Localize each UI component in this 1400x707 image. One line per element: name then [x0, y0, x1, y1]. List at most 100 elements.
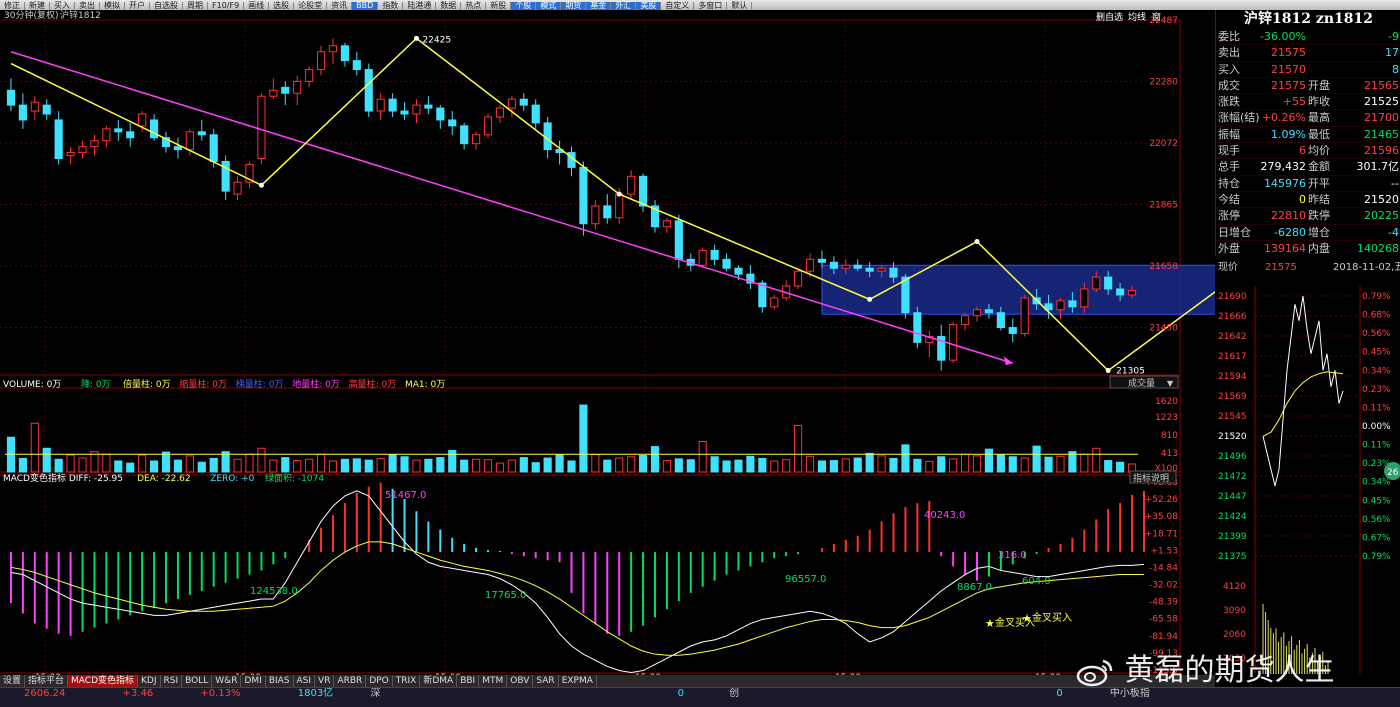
intraday-price-label: 现价	[1218, 261, 1238, 273]
indicator-tab[interactable]: 指标平台	[25, 675, 69, 687]
intraday-chart[interactable]: 现价 21575 2018-11-02,五 21690 21666 21642 216…	[1215, 256, 1400, 676]
candle-body	[1068, 300, 1077, 308]
volume-bar	[1080, 453, 1089, 473]
toolbar-item[interactable]: 选股	[269, 2, 295, 10]
toolbar-item[interactable]: 开户	[125, 2, 150, 10]
quote-value: 145976	[1264, 176, 1306, 190]
volume-bar	[1032, 445, 1041, 473]
indicator-tab[interactable]: BOLL	[182, 675, 213, 687]
indicator-tab[interactable]: W&R	[212, 675, 242, 687]
index-amount: 1803亿	[297, 688, 334, 699]
candle-body	[197, 131, 206, 136]
candle-body	[507, 98, 516, 109]
toolbar-item[interactable]: 模拟	[100, 2, 125, 10]
quote-value: -36.00%	[1260, 30, 1306, 43]
macd-axis-label: -14.84	[1149, 563, 1178, 573]
toolbar-item[interactable]: 卖出	[75, 2, 100, 10]
toolbar-item[interactable]: 多窗口	[694, 2, 728, 10]
macd-axis-label: -48.39	[1149, 598, 1178, 608]
volume-bar	[627, 456, 636, 473]
candle-body	[436, 107, 445, 121]
golden-cross-star-icon: ★	[985, 617, 995, 630]
volume-bar	[316, 453, 326, 473]
intraday-price-label: 21642	[1218, 332, 1247, 342]
candle-body	[114, 128, 123, 133]
volume-bar	[78, 457, 87, 473]
toolbar-item[interactable]: 新建	[25, 2, 50, 10]
candle-body	[138, 113, 147, 127]
candle-body	[972, 309, 982, 317]
chart-header-button: 均线	[1128, 11, 1146, 23]
candle-body	[281, 86, 290, 94]
toolbar-item[interactable]: 数据	[436, 2, 462, 10]
indicator-tab[interactable]: RSI	[161, 675, 183, 687]
quote-value-2: 20225	[1364, 209, 1399, 223]
toolbar-item[interactable]: 期货	[561, 2, 587, 10]
indicator-tab[interactable]: ASI	[294, 675, 316, 687]
toolbar-item[interactable]: 画线	[244, 2, 270, 10]
macd-annotation: 17765.0	[485, 590, 526, 601]
toolbar-item[interactable]: 资讯	[327, 2, 353, 10]
indicator-tab[interactable]: EXPMA	[559, 675, 597, 687]
macd-axis-label: -65.58	[1149, 615, 1178, 625]
candle-body	[829, 261, 838, 269]
candle-body	[293, 80, 302, 94]
volume-bar	[591, 454, 600, 473]
candle-body	[531, 104, 540, 124]
board-label[interactable]: 中小板指	[1110, 688, 1150, 700]
toolbar-item[interactable]: 周期	[183, 2, 208, 10]
toolbar-item[interactable]: 新股	[486, 2, 512, 10]
toolbar-item[interactable]: BBD	[352, 2, 379, 10]
toolbar-item[interactable]: 买入	[50, 2, 75, 10]
indicator-tab[interactable]: SAR	[533, 675, 559, 687]
toolbar-item[interactable]: 热点	[461, 2, 487, 10]
indicator-tab[interactable]: BBI	[457, 675, 480, 687]
candle-body	[90, 140, 99, 148]
volume-header-item: 倍量柱: 0万	[123, 378, 171, 390]
toolbar-item[interactable]: 美股	[636, 2, 662, 10]
volume-bar	[722, 460, 731, 473]
toolbar-item[interactable]: 模式	[536, 2, 562, 10]
toolbar-item[interactable]: 指数	[378, 2, 404, 10]
toolbar-item[interactable]: 外汇	[611, 2, 637, 10]
volume-axis-label: 1223	[1155, 413, 1178, 423]
toolbar-item[interactable]: 自定义	[661, 2, 695, 10]
indicator-tab[interactable]: VR	[315, 675, 335, 687]
period-label: 30分钟(复权)	[4, 10, 58, 21]
quote-value: 21570	[1271, 62, 1306, 76]
volume-bar	[698, 441, 707, 473]
volume-bar	[436, 457, 445, 473]
indicator-tab[interactable]: KDJ	[138, 675, 161, 687]
toolbar-item[interactable]: 陆港通	[403, 2, 437, 10]
intraday-price-label: 21690	[1218, 292, 1247, 302]
candle-body	[185, 131, 194, 151]
toolbar-item[interactable]: F10/F9	[208, 2, 245, 10]
indicator-tab[interactable]: ARBR	[334, 675, 367, 687]
indicator-tab[interactable]: MTM	[479, 675, 508, 687]
indicator-tabs: 设置 指标平台 MACD变色指标 KDJ RSI BOLL W&R DMI BIAS ASI VR A…	[0, 675, 1215, 687]
quote-panel: 沪锌1812 zn1812 委比 -36.00% -9 卖出 21575 17 买入 2157…	[1215, 10, 1400, 258]
toolbar-item[interactable]: 基金	[586, 2, 612, 10]
toolbar-item[interactable]: 默认	[727, 2, 753, 10]
indicator-tab[interactable]: 新DMA	[420, 675, 458, 687]
indicator-tab[interactable]: 设置	[0, 675, 26, 687]
macd-axis-label: -81.94	[1149, 632, 1178, 642]
main-chart[interactable]: 22425 21305 51467.0 40243.0 316.0 124538.0 17…	[0, 10, 1215, 675]
toolbar-item[interactable]: 论股堂	[294, 2, 328, 10]
candle-body	[126, 131, 135, 139]
macd-header-item: MACD变色指标 DIFF: -25.95	[3, 472, 123, 484]
indicator-tab[interactable]: MACD变色指标	[68, 675, 139, 687]
candle-body	[543, 122, 552, 151]
indicator-tab[interactable]: OBV	[507, 675, 534, 687]
toolbar-item[interactable]: 个股	[511, 2, 537, 10]
quote-label: 现手	[1218, 144, 1240, 158]
indicator-tab[interactable]: TRIX	[393, 675, 421, 687]
indicator-tab[interactable]: BIAS	[266, 675, 294, 687]
indicator-tab[interactable]: DPO	[366, 675, 393, 687]
toolbar-item[interactable]: 修正	[0, 2, 25, 10]
toolbar-item[interactable]: 自选股	[150, 2, 183, 10]
quote-label: 外盘	[1218, 241, 1240, 255]
candle-body	[42, 104, 51, 115]
indicator-tab[interactable]: DMI	[241, 675, 266, 687]
volume-bar	[758, 457, 767, 473]
